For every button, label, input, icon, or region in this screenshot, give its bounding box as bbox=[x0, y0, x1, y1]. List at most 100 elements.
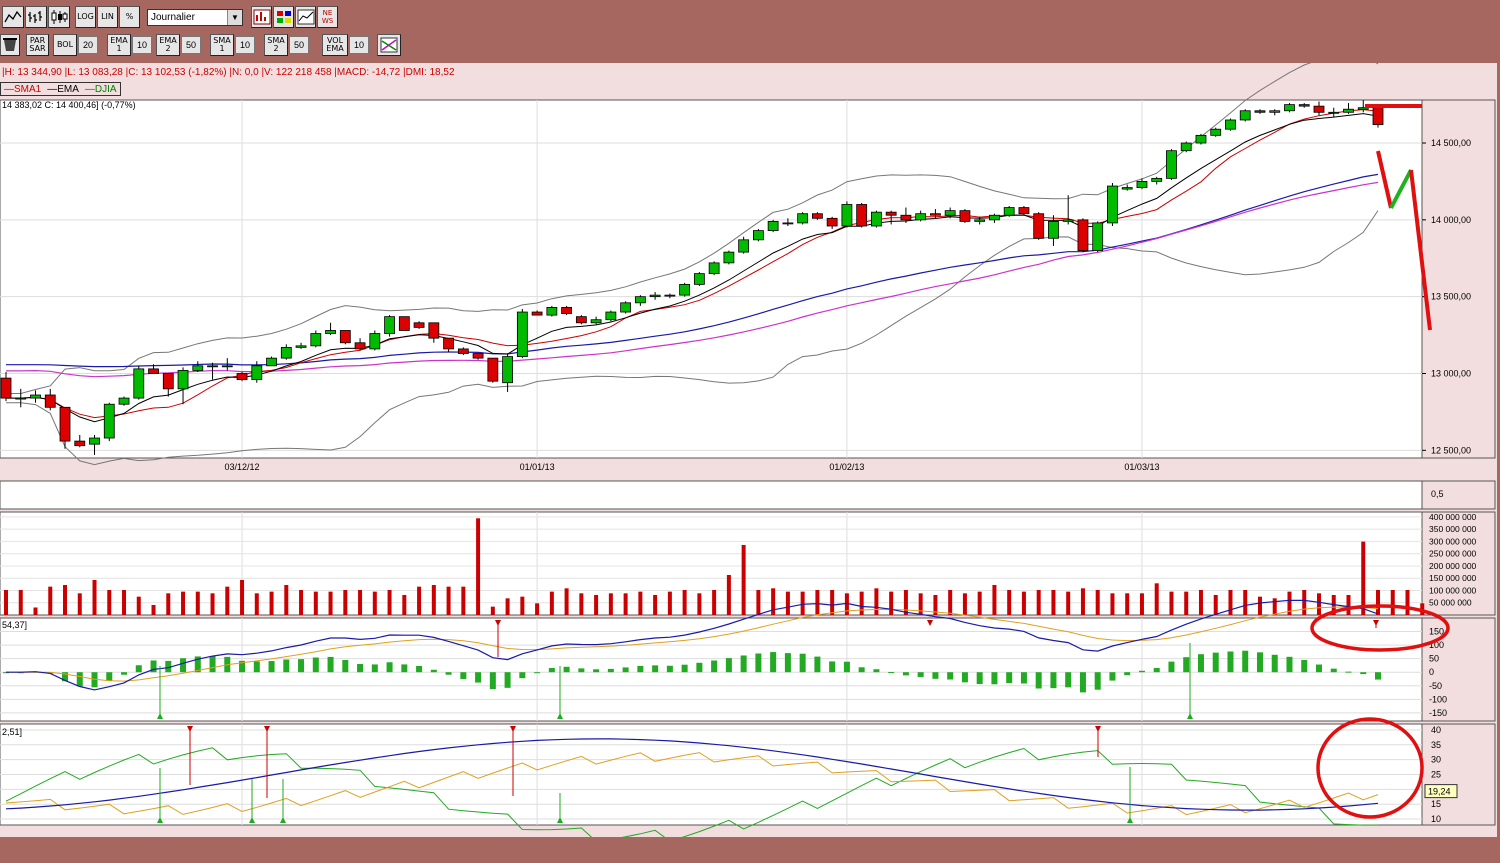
candle bbox=[236, 373, 248, 381]
volume-bar bbox=[667, 591, 672, 615]
period-select[interactable]: Journalier ▼ bbox=[147, 9, 243, 26]
chart-canvas[interactable]: 14 500,00 14 000,00 13 500,00 13 000,00 12 5… bbox=[0, 63, 1497, 837]
ema2-period[interactable]: 50 bbox=[181, 36, 201, 54]
volume-axis-label: 150 000 000 bbox=[1429, 573, 1477, 583]
volume-bar bbox=[461, 586, 466, 615]
candle bbox=[708, 262, 720, 275]
vol-ema-button[interactable]: VOL EMA bbox=[322, 34, 348, 56]
candle bbox=[679, 283, 691, 296]
volume-bar bbox=[313, 591, 318, 615]
candle bbox=[15, 397, 27, 400]
candle bbox=[693, 273, 705, 285]
candlestick-icon[interactable] bbox=[48, 6, 70, 28]
candle bbox=[295, 345, 307, 348]
volume-bar bbox=[63, 584, 68, 615]
volume-bar bbox=[1036, 589, 1041, 615]
macd-histogram-bar bbox=[991, 672, 998, 685]
candle bbox=[1284, 104, 1295, 112]
macd-histogram-bar bbox=[1360, 672, 1367, 675]
macd-histogram-bar bbox=[593, 669, 600, 673]
candle bbox=[1107, 185, 1118, 224]
volume-bar bbox=[1184, 591, 1189, 615]
chart-tool-icon[interactable] bbox=[251, 6, 272, 28]
candle bbox=[1062, 219, 1074, 222]
volume-axis-label: 50 000 000 bbox=[1429, 598, 1472, 608]
volume-bar bbox=[1110, 593, 1115, 615]
bol-period[interactable]: 20 bbox=[78, 36, 98, 54]
volume-bar bbox=[1390, 589, 1395, 615]
candle bbox=[428, 322, 440, 339]
volume-bar bbox=[1139, 593, 1144, 615]
date-axis-label: 03/12/12 bbox=[225, 462, 260, 472]
log-scale-button[interactable]: LOG bbox=[75, 6, 96, 28]
macd-histogram-bar bbox=[1168, 661, 1175, 673]
candle bbox=[369, 333, 381, 350]
macd-histogram-bar bbox=[1345, 671, 1352, 673]
bar-chart-icon[interactable] bbox=[25, 6, 47, 28]
chart-area[interactable]: 14 500,00 14 000,00 13 500,00 13 000,00 12 5… bbox=[0, 63, 1497, 837]
macd-histogram-bar bbox=[681, 664, 688, 673]
volume-bar bbox=[1361, 541, 1366, 615]
axis-panel-0 bbox=[1421, 99, 1496, 459]
candle bbox=[177, 370, 189, 390]
delete-icon[interactable] bbox=[0, 34, 20, 56]
candle bbox=[1210, 128, 1222, 136]
bol-button[interactable]: BOL bbox=[53, 34, 77, 56]
sma1-period[interactable]: 10 bbox=[235, 36, 255, 54]
volume-bar bbox=[1302, 589, 1307, 615]
volume-bar bbox=[800, 591, 805, 615]
candle bbox=[354, 342, 366, 350]
macd-histogram-bar bbox=[1271, 654, 1278, 673]
sma2-period[interactable]: 50 bbox=[289, 36, 309, 54]
volume-bar bbox=[564, 588, 569, 615]
candle bbox=[207, 365, 218, 368]
ema2-button[interactable]: EMA 2 bbox=[156, 34, 180, 56]
ema1-period[interactable]: 10 bbox=[132, 36, 152, 54]
volume-bar bbox=[166, 593, 171, 615]
colors-icon[interactable] bbox=[273, 6, 294, 28]
crossover-icon[interactable] bbox=[377, 34, 401, 56]
line-chart-icon[interactable] bbox=[2, 6, 24, 28]
macd-histogram-bar bbox=[873, 669, 880, 673]
sma1-button[interactable]: SMA 1 bbox=[210, 34, 234, 56]
macd-histogram-bar bbox=[858, 667, 865, 673]
volume-bar bbox=[653, 594, 658, 615]
candle bbox=[531, 311, 543, 316]
macd-histogram-bar bbox=[755, 653, 762, 673]
percent-scale-button[interactable]: % bbox=[119, 6, 140, 28]
volume-bar bbox=[1021, 591, 1026, 615]
candle bbox=[1033, 213, 1045, 239]
candle bbox=[502, 356, 513, 384]
macd-histogram-bar bbox=[814, 656, 821, 673]
volume-bar bbox=[33, 607, 38, 615]
legend-djia: —DJIA bbox=[84, 83, 117, 95]
macd-histogram-bar bbox=[268, 661, 275, 673]
macd-histogram-bar bbox=[327, 656, 334, 673]
candle bbox=[782, 222, 794, 225]
parsar-button[interactable]: PAR SAR bbox=[26, 34, 49, 56]
candle bbox=[811, 213, 823, 219]
compare-icon[interactable] bbox=[295, 6, 316, 28]
vol-ema-period[interactable]: 10 bbox=[349, 36, 369, 54]
volume-bar bbox=[741, 544, 746, 615]
volume-bar bbox=[358, 589, 363, 615]
legend-ema: —EMA bbox=[47, 83, 79, 95]
linear-scale-button[interactable]: LIN bbox=[97, 6, 118, 28]
macd-histogram-bar bbox=[1212, 652, 1219, 673]
candle bbox=[959, 210, 971, 222]
legend-sma1: —SMA1 bbox=[4, 83, 42, 95]
ema1-button[interactable]: EMA 1 bbox=[107, 34, 131, 56]
candle bbox=[266, 357, 277, 367]
sma2-button[interactable]: SMA 2 bbox=[264, 34, 288, 56]
macd-histogram-bar bbox=[917, 672, 924, 677]
volume-bar bbox=[992, 584, 997, 615]
candle bbox=[900, 214, 912, 221]
chevron-down-icon[interactable]: ▼ bbox=[227, 10, 242, 25]
candle bbox=[1254, 110, 1266, 113]
macd-histogram-bar bbox=[1286, 656, 1293, 673]
macd-histogram-bar bbox=[843, 661, 850, 673]
candle bbox=[1121, 187, 1133, 190]
date-axis-label: 01/02/13 bbox=[829, 462, 864, 472]
news-button[interactable]: NE WS bbox=[317, 6, 338, 28]
macd-histogram-bar bbox=[1197, 654, 1204, 673]
